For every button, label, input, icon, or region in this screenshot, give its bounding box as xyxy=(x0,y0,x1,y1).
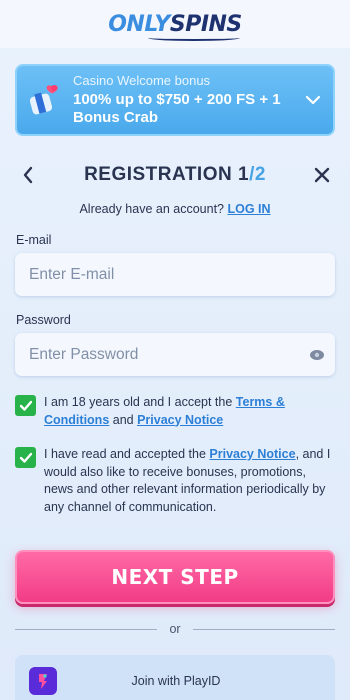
marketing-consent-text-1: I have read and accepted the xyxy=(44,447,210,461)
chevron-down-icon[interactable] xyxy=(293,80,333,120)
playid-icon xyxy=(29,667,57,695)
bonus-title: 100% up to $750 + 200 FS + 1 Bonus Crab xyxy=(73,91,281,126)
checkmark-icon xyxy=(19,400,32,411)
divider-line-left xyxy=(15,628,158,630)
marketing-consent-row: I have read and accepted the Privacy Not… xyxy=(15,446,335,516)
age-consent-text: I am 18 years old and I accept the Terms… xyxy=(44,394,335,429)
registration-title-text: REGISTRATION xyxy=(84,164,238,185)
bonus-text: Casino Welcome bonus 100% up to $750 + 2… xyxy=(73,73,293,127)
privacy-notice-link-2[interactable]: Privacy Notice xyxy=(209,447,295,461)
or-text: or xyxy=(169,622,181,636)
age-consent-row: I am 18 years old and I accept the Terms… xyxy=(15,394,335,429)
step-current: 1 xyxy=(238,164,250,185)
next-step-button[interactable]: NEXT STEP xyxy=(15,550,335,604)
onlyspins-logo[interactable]: ONLYSPINS xyxy=(108,11,242,41)
logo-spins-text: SPINS xyxy=(169,11,242,37)
eye-icon[interactable] xyxy=(299,337,335,373)
logo-swoosh xyxy=(148,35,240,41)
email-label: E-mail xyxy=(16,233,52,247)
chevron-left-icon xyxy=(23,166,33,184)
age-consent-checkbox[interactable] xyxy=(15,395,36,416)
marketing-consent-checkbox[interactable] xyxy=(15,447,36,468)
gift-heart-icon xyxy=(27,83,61,117)
password-input[interactable] xyxy=(29,345,299,364)
age-consent-text-2: and xyxy=(109,412,138,427)
checkmark-icon xyxy=(19,452,32,463)
back-button[interactable] xyxy=(15,162,41,188)
logo-only-text: ONLY xyxy=(108,11,170,37)
password-label: Password xyxy=(16,313,71,327)
already-have-account: Already have an account? LOG IN xyxy=(0,202,350,216)
registration-title: REGISTRATION 1/2 xyxy=(84,164,266,186)
welcome-bonus-banner[interactable]: Casino Welcome bonus 100% up to $750 + 2… xyxy=(15,64,335,136)
divider-line-right xyxy=(192,628,335,630)
already-text: Already have an account? xyxy=(79,202,228,216)
privacy-notice-link[interactable]: Privacy Notice xyxy=(137,413,223,427)
email-input[interactable] xyxy=(29,265,335,284)
or-divider: or xyxy=(15,620,335,638)
password-field-wrapper xyxy=(15,333,335,376)
login-link[interactable]: LOG IN xyxy=(227,202,270,216)
age-consent-text-1: I am 18 years old and I accept the xyxy=(44,395,236,409)
registration-header: REGISTRATION 1/2 xyxy=(15,160,335,190)
join-with-playid-button[interactable]: Join with PlayID xyxy=(15,655,335,700)
bonus-kicker: Casino Welcome bonus xyxy=(73,73,211,88)
step-total: /2 xyxy=(249,164,266,185)
playid-label: Join with PlayID xyxy=(131,674,221,688)
marketing-consent-text: I have read and accepted the Privacy Not… xyxy=(44,446,335,516)
email-field-wrapper xyxy=(15,253,335,296)
close-button[interactable] xyxy=(309,162,335,188)
close-icon xyxy=(314,167,330,183)
app-header: ONLYSPINS xyxy=(0,0,350,48)
